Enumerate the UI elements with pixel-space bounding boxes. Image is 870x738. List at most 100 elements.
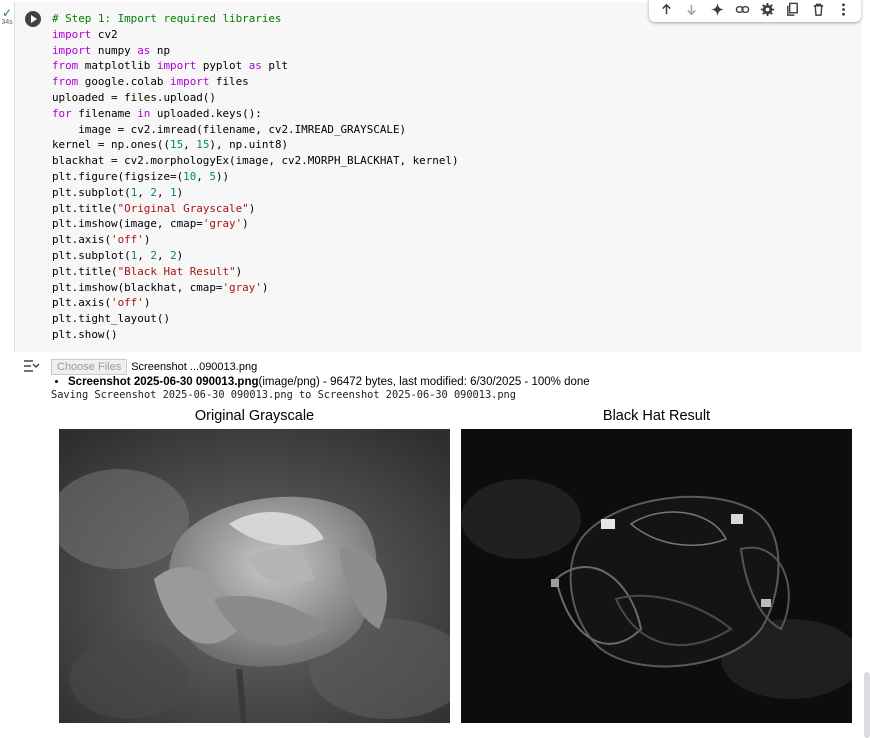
code-token: as — [137, 43, 151, 57]
saving-message: Saving Screenshot 2025-06-30 090013.png … — [51, 389, 516, 401]
code-token: ) — [176, 248, 184, 262]
gear-icon[interactable] — [756, 0, 779, 20]
code-line: import cv2 — [52, 28, 118, 41]
code-line: # Step 1: Import required libraries — [52, 12, 282, 25]
more-vert-icon[interactable] — [832, 0, 855, 20]
code-line: image = cv2.imread(filename, cv2.IMREAD_… — [52, 123, 406, 136]
code-token: filename — [71, 106, 138, 120]
move-down-icon[interactable] — [680, 0, 703, 20]
code-token: from — [52, 75, 79, 89]
code-token: blackhat = cv2.morphologyEx(image, cv2.M… — [52, 154, 459, 168]
code-line: plt.subplot(1, 2, 1) — [52, 186, 183, 199]
link-icon[interactable] — [731, 0, 754, 20]
black-hat-result-image — [461, 429, 852, 723]
code-token: # Step 1: Import required libraries — [52, 12, 282, 25]
matplotlib-figure: Original Grayscale Black Hat Result — [51, 404, 861, 734]
code-token: 15 — [196, 138, 210, 152]
code-cell[interactable]: # Step 1: Import required libraries impo… — [14, 0, 861, 352]
original-grayscale-image — [59, 429, 450, 723]
upload-widget: Choose Files Screenshot ...090013.png — [51, 359, 861, 375]
code-token: )) — [215, 169, 230, 183]
file-entry-name: Screenshot 2025-06-30 090013.png — [68, 376, 259, 388]
code-editor[interactable]: # Step 1: Import required libraries impo… — [52, 11, 459, 343]
code-token: in — [137, 106, 151, 120]
code-line: uploaded = files.upload() — [52, 91, 216, 104]
code-token: 'gray' — [202, 217, 243, 231]
code-line: plt.axis('off') — [52, 296, 150, 309]
code-line: plt.figure(figsize=(10, 5)) — [52, 170, 229, 183]
code-token: plt.imshow(blackhat, cmap= — [52, 280, 223, 294]
code-token: plt.figure(figsize=( — [52, 169, 184, 183]
code-token: np — [150, 43, 171, 57]
check-icon: ✓ — [1, 6, 13, 20]
code-line: plt.title("Original Grayscale") — [52, 202, 255, 215]
code-token: image = cv2.imread(filename, cv2.IMREAD_… — [52, 122, 407, 136]
run-cell-button[interactable] — [25, 11, 41, 27]
code-token: matplotlib — [78, 59, 157, 73]
code-token: from — [52, 59, 79, 73]
code-line: plt.axis('off') — [52, 233, 150, 246]
code-token: plt.subplot( — [52, 185, 131, 199]
code-token: 15 — [170, 138, 184, 152]
mirror-cell-icon[interactable] — [781, 0, 804, 20]
code-line: blackhat = cv2.morphologyEx(image, cv2.M… — [52, 154, 459, 167]
code-line: plt.imshow(blackhat, cmap='gray') — [52, 281, 268, 294]
gemini-sparkle-icon[interactable] — [706, 0, 729, 20]
move-up-icon[interactable] — [655, 0, 678, 20]
code-token: ) — [143, 296, 151, 310]
code-token: kernel = np.ones(( — [52, 138, 171, 152]
code-token: 'off' — [111, 233, 144, 247]
code-token: 10 — [183, 169, 197, 183]
code-token: , — [196, 169, 210, 183]
cell-status: ✓ 34s — [0, 6, 14, 28]
code-token: plt.title( — [52, 201, 118, 215]
code-token: ) — [248, 201, 256, 215]
code-token: ), np.uint8) — [209, 138, 289, 152]
code-token: as — [248, 59, 262, 73]
code-token: pyplot — [196, 59, 249, 73]
code-token: ) — [261, 280, 269, 294]
cell-toolbar — [649, 0, 861, 22]
code-token: "Original Grayscale" — [117, 201, 249, 215]
code-token: cv2 — [91, 27, 118, 41]
file-entry-details: (image/png) - 96472 bytes, last modified… — [258, 376, 590, 388]
code-token: , — [183, 138, 197, 152]
code-token: plt.show() — [52, 327, 118, 341]
code-token: ) — [235, 264, 243, 278]
left-subplot-title: Original Grayscale — [194, 408, 315, 424]
code-token: files — [209, 75, 249, 89]
code-line: for filename in uploaded.keys(): — [52, 107, 262, 120]
code-line: from google.colab import files — [52, 75, 249, 88]
code-token: import — [170, 75, 210, 89]
choose-files-button[interactable]: Choose Files — [51, 359, 128, 375]
code-token: import — [52, 43, 92, 57]
code-token: plt — [261, 59, 289, 73]
execution-time: 34s — [1, 19, 13, 26]
code-token: plt.axis( — [52, 296, 112, 310]
code-line: plt.tight_layout() — [52, 312, 170, 325]
code-token: uploaded.keys(): — [150, 106, 262, 120]
code-token: ) — [242, 217, 249, 231]
code-line: from matplotlib import pyplot as plt — [52, 59, 288, 72]
delete-icon[interactable] — [807, 0, 830, 20]
code-token: , — [156, 248, 171, 262]
code-token: plt.subplot( — [52, 248, 131, 262]
code-line: plt.show() — [52, 328, 118, 341]
code-token: , — [137, 248, 151, 262]
right-subplot-title: Black Hat Result — [602, 408, 711, 424]
output-scrollbar[interactable] — [864, 672, 870, 738]
code-token: numpy — [91, 43, 138, 57]
code-token: plt.title( — [52, 264, 118, 278]
code-line: plt.imshow(image, cmap='gray') — [52, 217, 249, 230]
code-token: plt.axis( — [52, 233, 112, 247]
code-token: ) — [143, 233, 151, 247]
code-token: "Black Hat Result" — [117, 264, 236, 278]
code-token: plt.imshow(image, cmap= — [52, 217, 203, 231]
code-token: import — [52, 27, 92, 41]
output-actions-icon[interactable] — [22, 358, 40, 374]
code-line: plt.title("Black Hat Result") — [52, 265, 242, 278]
code-token: ) — [176, 185, 184, 199]
code-token: uploaded = files.upload() — [52, 90, 216, 104]
cell-output: Choose Files Screenshot ...090013.png Sc… — [51, 359, 861, 401]
code-line: import numpy as np — [52, 44, 170, 57]
